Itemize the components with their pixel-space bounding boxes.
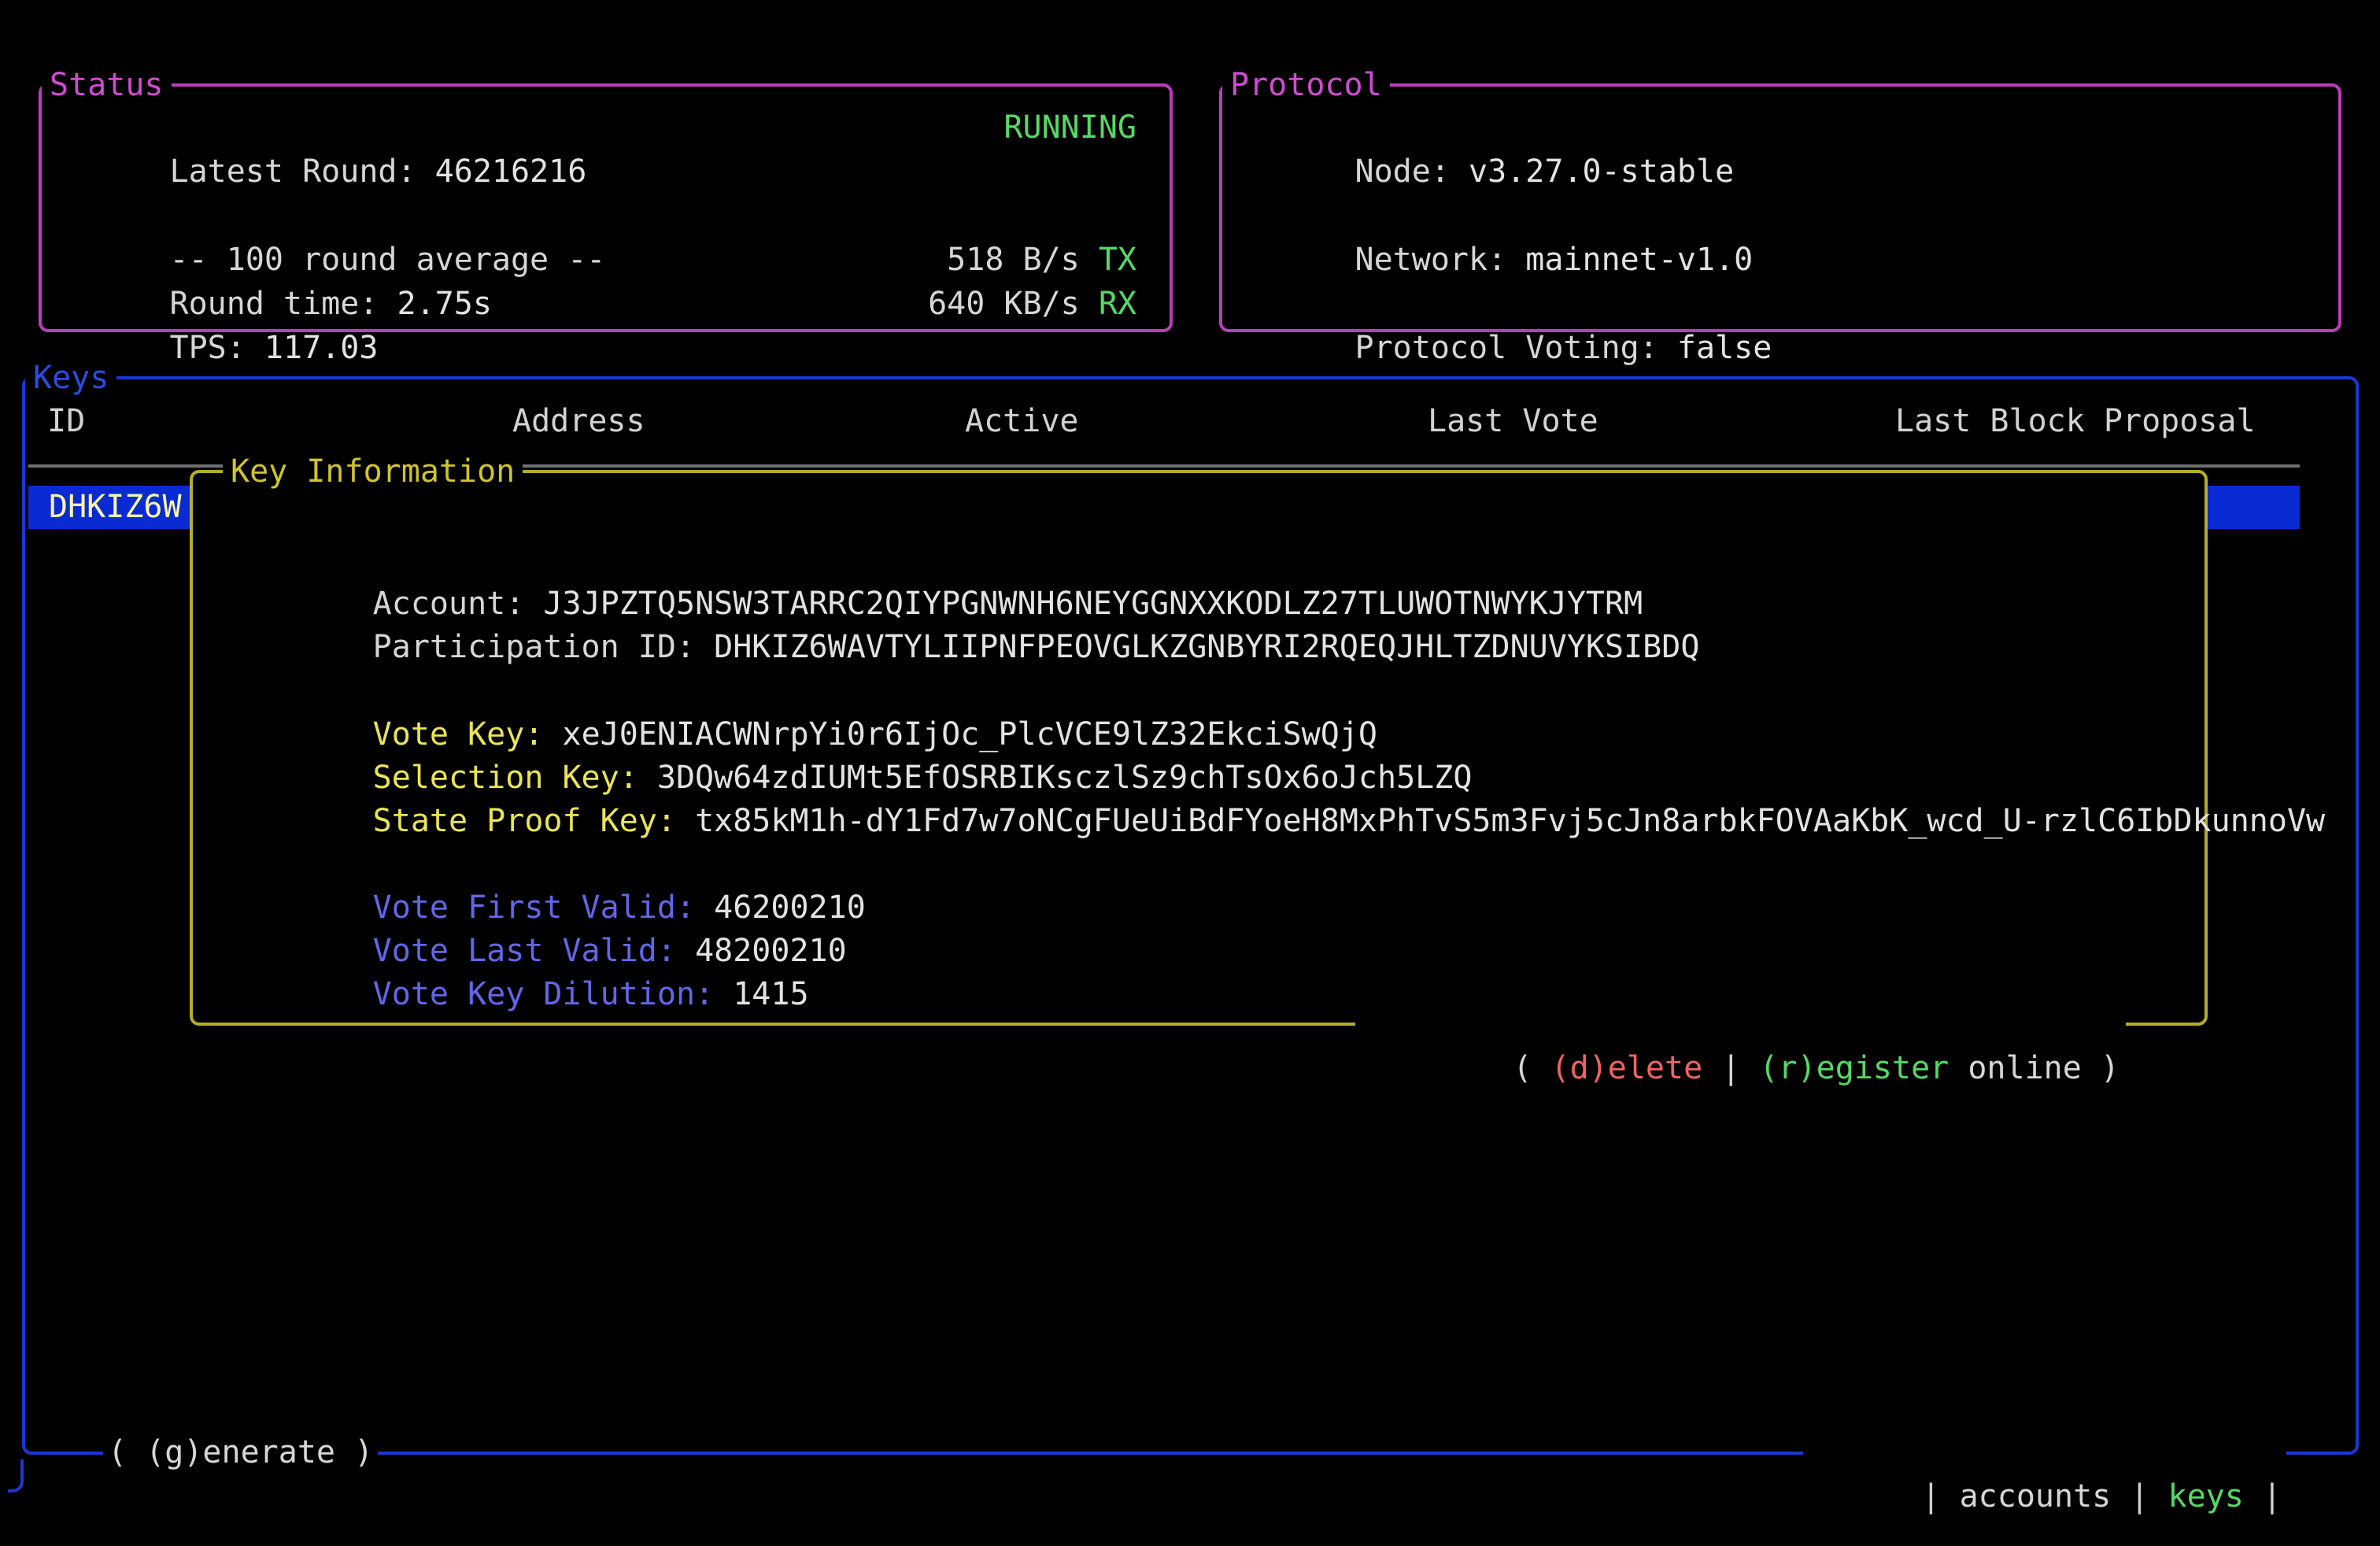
latest-round-line: Latest Round: 46216216 RUNNING xyxy=(56,105,1136,150)
vote-first-valid-line: Vote First Valid: 46200210 xyxy=(221,841,2189,886)
register-action-button[interactable]: (r)egister xyxy=(1759,1050,1949,1086)
column-header-active: Active xyxy=(965,399,1079,443)
tx-rate: 518 B/s TX xyxy=(947,238,1136,282)
generate-action-button[interactable]: ( (g)enerate ) xyxy=(103,1430,378,1474)
view-tabs: | accounts | keys | xyxy=(1803,1430,2286,1474)
state-proof-key-label: State Proof Key: xyxy=(373,803,695,839)
selection-key-line: Selection Key: 3DQw64zdIUMt5EfOSRBIKsczl… xyxy=(221,712,2189,756)
key-information-title: Key Information xyxy=(223,449,523,494)
column-header-id: ID xyxy=(47,399,85,443)
round-time-line: Round time: 2.75s 518 B/s TX xyxy=(56,238,1136,282)
tx-label: TX xyxy=(1099,242,1136,278)
state-proof-key-value: tx85kM1h-dY1Fd7w7oNCgFUeUiBdFYoeH8MxPhTv… xyxy=(695,803,2325,839)
state-proof-key-line: State Proof Key: tx85kM1h-dY1Fd7w7oNCgFU… xyxy=(221,755,2189,799)
node-version-line: Node: v3.27.0-stable xyxy=(1241,105,2305,150)
tps-line: TPS: 117.03 640 KB/s RX xyxy=(56,282,1136,326)
keys-panel-title: Keys xyxy=(25,356,116,400)
vote-key-dilution-line: Vote Key Dilution: 1415 xyxy=(221,928,2189,972)
protocol-voting-label: Protocol Voting: xyxy=(1355,330,1677,366)
protocol-panel-title: Protocol xyxy=(1222,63,1390,107)
rx-rate: 640 KB/s RX xyxy=(928,282,1136,326)
node-state-badge: RUNNING xyxy=(1003,105,1136,150)
status-panel-title: Status xyxy=(42,63,172,107)
vote-key-dilution-value: 1415 xyxy=(733,976,808,1012)
latest-round-label: Latest Round: xyxy=(170,153,435,190)
vote-key-line: Vote Key: xeJ0ENIACWNrpYi0r6IjOc_PlcVCE9… xyxy=(221,668,2189,712)
participation-id-value: DHKIZ6WAVTYLIIPNFPEOVGLKZGNBYRI2RQEQJHLT… xyxy=(714,629,1699,665)
node-label: Node: xyxy=(1355,153,1469,190)
stray-border-artifact xyxy=(8,1459,24,1492)
tab-keys[interactable]: keys xyxy=(2168,1478,2244,1515)
account-line: Account: J3JPZTQ5NSW3TARRC2QIYPGNWNH6NEY… xyxy=(221,538,2189,582)
protocol-voting-line: Protocol Voting: false xyxy=(1241,282,2305,326)
vote-key-dilution-label: Vote Key Dilution: xyxy=(373,976,734,1012)
protocol-panel: Protocol Node: v3.27.0-stable Network: m… xyxy=(1219,83,2341,332)
node-version: v3.27.0-stable xyxy=(1469,153,1734,190)
network-value: mainnet-v1.0 xyxy=(1525,242,1753,278)
status-panel: Status Latest Round: 46216216 RUNNING --… xyxy=(39,83,1173,332)
tps-label: TPS: xyxy=(170,330,264,366)
keys-panel: Keys ID Address Active Last Vote Last Bl… xyxy=(22,376,2359,1455)
key-actions: ( (d)elete | (r)egister online ) xyxy=(1355,1002,2126,1046)
network-line: Network: mainnet-v1.0 xyxy=(1241,194,2305,238)
column-header-last-vote: Last Vote xyxy=(1428,399,1598,443)
key-information-panel: Key Information Account: J3JPZTQ5NSW3TAR… xyxy=(190,470,2208,1026)
column-header-address: Address xyxy=(512,399,645,443)
tps-value: 117.03 xyxy=(264,330,379,366)
round-average-header: -- 100 round average -- xyxy=(56,194,1136,238)
participation-id-label: Participation ID: xyxy=(373,629,714,665)
key-id-cell: DHKIZ6W xyxy=(28,489,182,525)
network-label: Network: xyxy=(1355,242,1526,278)
column-header-last-block-proposal: Last Block Proposal xyxy=(1895,399,2256,443)
participation-id-line: Participation ID: DHKIZ6WAVTYLIIPNFPEOVG… xyxy=(221,581,2189,625)
delete-action-button[interactable]: (d)elete xyxy=(1551,1050,1703,1086)
tab-accounts[interactable]: accounts xyxy=(1960,1478,2112,1515)
latest-round-value: 46216216 xyxy=(435,153,587,190)
vote-last-valid-line: Vote Last Valid: 48200210 xyxy=(221,885,2189,929)
rx-label: RX xyxy=(1099,286,1136,322)
protocol-voting-value: false xyxy=(1677,330,1772,366)
terminal-screen: Status Latest Round: 46216216 RUNNING --… xyxy=(0,0,2380,1546)
